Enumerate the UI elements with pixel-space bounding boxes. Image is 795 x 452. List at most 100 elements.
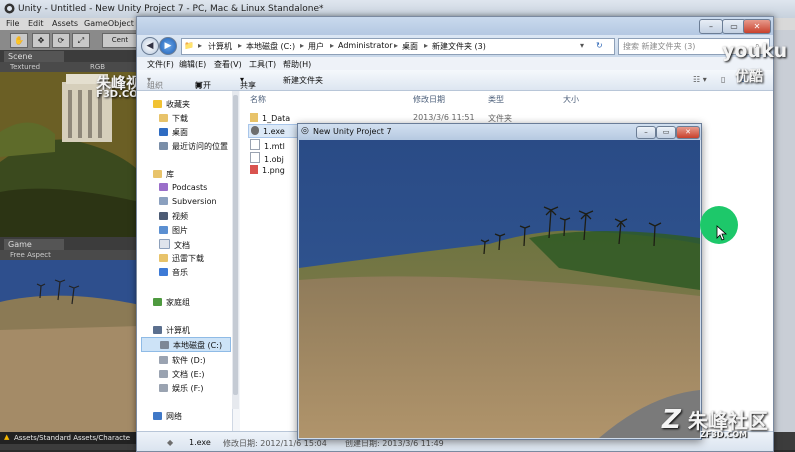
file-row[interactable]: 1.png	[250, 165, 285, 175]
game-view[interactable]	[0, 260, 140, 432]
breadcrumb-folder[interactable]: 新建文件夹 (3)	[432, 41, 486, 52]
game-player-window: ◎ New Unity Project 7 – ▭ ✕	[297, 123, 702, 440]
network-icon	[153, 412, 162, 420]
menu-help-cn[interactable]: 帮助(H)	[283, 59, 311, 70]
nav-desktop[interactable]: 桌面	[159, 127, 188, 138]
file-name: 1.mtl	[264, 142, 285, 151]
menu-edit-cn[interactable]: 编辑(E)	[179, 59, 206, 70]
minimize-button[interactable]: –	[699, 19, 723, 34]
close-button[interactable]: ✕	[743, 19, 771, 34]
chevron-down-icon[interactable]: ▾	[580, 41, 584, 50]
nav-network[interactable]: 网络	[153, 411, 182, 422]
cursor-highlight	[700, 206, 738, 244]
menu-assets[interactable]: Assets	[52, 19, 78, 28]
hand-tool-button[interactable]: ✋	[10, 33, 28, 48]
warning-icon: ▲	[4, 433, 10, 441]
nav-favorites[interactable]: 收藏夹	[153, 99, 190, 110]
nav-computer[interactable]: 计算机	[153, 325, 190, 336]
folder-icon: 📁	[184, 41, 194, 50]
share-button[interactable]: 共享 ▾	[240, 75, 256, 90]
nav-drive-c[interactable]: 本地磁盘 (C:)	[141, 337, 231, 352]
nav-videos[interactable]: 视频	[159, 211, 188, 222]
nav-downloads[interactable]: 下载	[159, 113, 188, 124]
preview-pane-icon[interactable]: ▯	[721, 75, 725, 84]
breadcrumb-administrator[interactable]: Administrator	[338, 41, 393, 50]
game-view-image	[0, 260, 140, 432]
game-aspect-dropdown[interactable]: Free Aspect	[10, 251, 51, 259]
unity-status-bar: ▲ Assets/Standard Assets/Characte	[0, 432, 140, 444]
rotate-tool-button[interactable]: ⟳	[52, 33, 70, 48]
menu-file-cn[interactable]: 文件(F)	[147, 59, 174, 70]
menu-gameobject[interactable]: GameObject	[84, 19, 134, 28]
menu-file[interactable]: File	[6, 19, 19, 28]
player-maximize-button[interactable]: ▭	[656, 126, 676, 139]
player-window-title: New Unity Project 7	[313, 127, 392, 136]
nav-thunder-downloads[interactable]: 迅雷下载	[159, 253, 204, 264]
breadcrumb-users[interactable]: 用户	[308, 41, 324, 52]
breadcrumb-computer[interactable]: 计算机	[208, 41, 232, 52]
file-row-selected[interactable]: 1.exe	[248, 124, 300, 138]
nav-podcasts[interactable]: Podcasts	[159, 183, 207, 192]
nav-drive-e[interactable]: 文档 (E:)	[159, 369, 205, 380]
move-tool-button[interactable]: ✥	[32, 33, 50, 48]
address-row: ◀ ▶ 📁 ▸ 计算机 ▸ 本地磁盘 (C:) ▸ 用户 ▸ Administr…	[137, 35, 773, 57]
organize-button[interactable]: 组织 ▾	[147, 75, 163, 90]
nav-music[interactable]: 音乐	[159, 267, 188, 278]
game-render-view[interactable]	[299, 140, 700, 438]
desktop-icon	[159, 128, 168, 136]
terrain-scene-image	[299, 140, 700, 438]
download-folder-icon	[159, 114, 168, 122]
mouse-pointer-icon	[716, 225, 728, 241]
back-button[interactable]: ◀	[141, 37, 159, 55]
scale-tool-button[interactable]: ⤢	[72, 33, 90, 48]
nav-homegroup[interactable]: 家庭组	[153, 297, 190, 308]
pictures-icon	[159, 226, 168, 234]
file-row[interactable]: 1.obj	[250, 152, 284, 164]
logo-url: ZF3D.COM	[700, 430, 748, 439]
unity-exe-icon: ◆	[167, 438, 174, 447]
game-tab[interactable]: Game	[4, 239, 64, 250]
column-header-date[interactable]: 修改日期	[413, 94, 445, 105]
player-minimize-button[interactable]: –	[636, 126, 656, 139]
nav-recent[interactable]: 最近访问的位置	[159, 141, 228, 152]
nav-documents[interactable]: 文档	[159, 239, 190, 251]
nav-drive-f[interactable]: 娱乐 (F:)	[159, 383, 203, 394]
file-row[interactable]: 1.mtl	[250, 139, 285, 151]
file-row[interactable]: 1_Data	[250, 113, 290, 123]
recent-places-icon	[159, 142, 168, 150]
pivot-center-button[interactable]: Cent	[102, 33, 138, 48]
breadcrumb-desktop[interactable]: 桌面	[402, 41, 418, 52]
column-header-type[interactable]: 类型	[488, 94, 504, 105]
nav-scrollbar-thumb[interactable]	[233, 95, 238, 395]
scene-rgb-mode[interactable]: RGB	[90, 63, 105, 71]
podcast-icon	[159, 183, 168, 191]
nav-libraries[interactable]: 库	[153, 169, 174, 180]
youku-watermark-cn: 优酷	[735, 69, 763, 85]
youku-watermark: youku	[722, 40, 788, 62]
music-icon	[159, 268, 168, 276]
scene-render-mode[interactable]: Textured	[10, 63, 40, 71]
scene-tab[interactable]: Scene	[4, 51, 64, 62]
unity-logo-icon	[4, 3, 15, 14]
nav-subversion[interactable]: Subversion	[159, 197, 217, 206]
address-bar[interactable]: 📁 ▸ 计算机 ▸ 本地磁盘 (C:) ▸ 用户 ▸ Administrator…	[181, 38, 615, 55]
file-icon	[250, 152, 260, 163]
scene-control-bar: Textured RGB	[0, 62, 140, 72]
status-message[interactable]: Assets/Standard Assets/Characte	[14, 434, 130, 442]
nav-drive-d[interactable]: 软件 (D:)	[159, 355, 206, 366]
view-options-icon[interactable]: ☷ ▾	[693, 75, 707, 84]
column-header-size[interactable]: 大小	[563, 94, 579, 105]
new-folder-button[interactable]: 新建文件夹	[283, 75, 323, 86]
image-file-icon	[250, 165, 258, 174]
file-date: 2013/3/6 11:51	[413, 113, 475, 122]
column-header-name[interactable]: 名称	[250, 94, 266, 105]
menu-edit[interactable]: Edit	[28, 19, 44, 28]
breadcrumb-drive-c[interactable]: 本地磁盘 (C:)	[246, 41, 295, 52]
menu-view-cn[interactable]: 查看(V)	[214, 59, 242, 70]
player-close-button[interactable]: ✕	[676, 126, 700, 139]
nav-pictures[interactable]: 图片	[159, 225, 188, 236]
forward-button[interactable]: ▶	[159, 37, 177, 55]
menu-tools-cn[interactable]: 工具(T)	[249, 59, 276, 70]
refresh-icon[interactable]: ↻	[596, 41, 603, 50]
file-name: 1.png	[262, 166, 285, 175]
